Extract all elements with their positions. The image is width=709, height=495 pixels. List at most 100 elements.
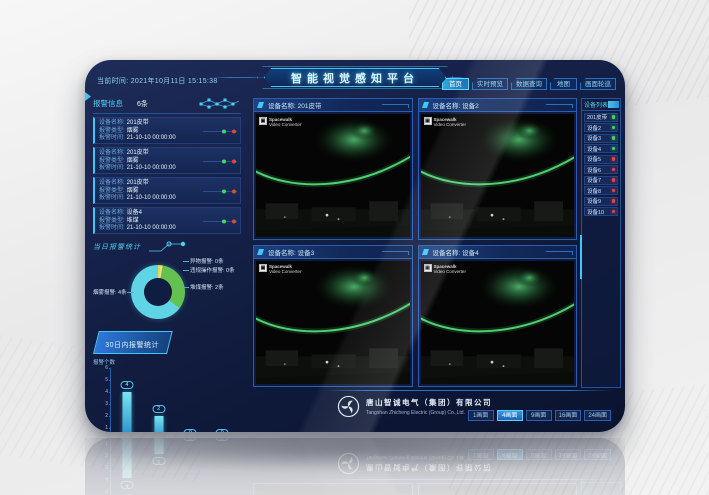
video-watermark-text: SpacewalkVideo Converter bbox=[269, 117, 301, 127]
alarm-indicator-lights-icon bbox=[203, 181, 237, 199]
alarm-indicator-lights-icon bbox=[203, 121, 237, 139]
device-name: 设备3 bbox=[587, 134, 601, 142]
y-axis-tick: 1 bbox=[98, 425, 108, 431]
footer-divider bbox=[323, 390, 613, 391]
video-panel-title: 设备名称: 201皮带 bbox=[254, 99, 412, 112]
video-watermark: ▣SpacewalkVideo Converter bbox=[424, 117, 466, 127]
device-name: 设备9 bbox=[587, 197, 601, 205]
view-layout-button[interactable]: 24画面 bbox=[584, 410, 611, 421]
device-name: 设备2 bbox=[587, 124, 601, 132]
video-watermark: ▣SpacewalkVideo Converter bbox=[424, 264, 466, 274]
donut-legend-label: 烟雾报警: 4条 bbox=[93, 288, 127, 296]
video-grid: 设备名称: 201皮带▣SpacewalkVideo Converter设备名称… bbox=[253, 98, 577, 387]
device-list-item[interactable]: 设备4 bbox=[584, 144, 618, 153]
camera-feed-image bbox=[256, 261, 410, 384]
alarm-list: 设备名称:201皮带报警类型:烟雾报警时间:21-10-10 00:00:00 设… bbox=[93, 117, 241, 234]
device-status-dot bbox=[612, 178, 616, 182]
y-axis-tick: 2 bbox=[98, 413, 108, 419]
nav-button[interactable]: 地图 bbox=[550, 78, 577, 90]
device-name: 设备10 bbox=[587, 208, 604, 216]
device-list-item[interactable]: 设备7 bbox=[584, 176, 618, 185]
corner-accent-icon bbox=[85, 92, 91, 101]
nav-button[interactable]: 画面轮巡 bbox=[580, 78, 616, 90]
monthly-alarm-stats-header: 30日内报警统计 bbox=[93, 331, 173, 354]
alarm-panel-title: 报警信息 bbox=[93, 98, 123, 109]
device-status-dot bbox=[612, 126, 616, 130]
nav-button[interactable]: 首页 bbox=[442, 78, 469, 90]
donut-legend-label: 异物报警: 0条 bbox=[190, 257, 224, 265]
bar-value-badge: 2 bbox=[152, 405, 165, 413]
alarm-card[interactable]: 设备名称:201皮带报警类型:烟雾报警时间:21-10-10 00:00:00 bbox=[93, 177, 241, 204]
bar-group: 0异物 bbox=[177, 369, 203, 432]
donut-legend-label: 堆煤报警: 2条 bbox=[190, 283, 224, 291]
device-status-dot bbox=[612, 147, 616, 151]
alarm-indicator-lights-icon bbox=[203, 151, 237, 169]
y-axis-tick: 4 bbox=[98, 389, 108, 395]
bar-chart-plot: 4烟雾2堆煤0异物0违规操作 0123456 bbox=[110, 369, 238, 432]
y-axis-tick: 6 bbox=[98, 365, 108, 371]
video-screen: ▣SpacewalkVideo Converter bbox=[256, 261, 410, 384]
alarm-count-badge: 6条 bbox=[137, 99, 148, 109]
current-time: 当前时间: 2021年10月11日 15:15:38 bbox=[97, 76, 218, 86]
video-panel-title: 设备名称: 设备2 bbox=[419, 99, 577, 112]
device-name: 设备7 bbox=[587, 176, 601, 184]
view-layout-button[interactable]: 16画面 bbox=[555, 410, 582, 421]
device-list-item[interactable]: 设备9 bbox=[584, 197, 618, 206]
camera-feed-image bbox=[421, 261, 575, 384]
video-watermark-text: SpacewalkVideo Converter bbox=[269, 264, 301, 274]
video-screen: ▣SpacewalkVideo Converter bbox=[421, 114, 575, 237]
view-layout-button[interactable]: 9画面 bbox=[526, 410, 552, 421]
device-list-title: 设备列表 bbox=[584, 100, 608, 109]
device-list-item[interactable]: 设备3 bbox=[584, 134, 618, 143]
donut-chart bbox=[131, 265, 185, 319]
video-panel[interactable]: 设备名称: 设备3▣SpacewalkVideo Converter bbox=[253, 245, 413, 387]
device-name: 201皮带 bbox=[587, 113, 607, 121]
bar-value-badge: 0 bbox=[184, 429, 197, 432]
alarm-card[interactable]: 设备名称:201皮带报警类型:烟雾报警时间:21-10-10 00:00:00 bbox=[93, 147, 241, 174]
device-status-dot bbox=[612, 157, 616, 161]
device-list-item[interactable]: 设备6 bbox=[584, 165, 618, 174]
bar-group: 0违规操作 bbox=[209, 369, 235, 432]
monitor-screen: 当前时间: 2021年10月11日 15:15:38 智能视觉感知平台 首页实时… bbox=[85, 60, 625, 432]
camera-feed-image bbox=[421, 114, 575, 237]
bar-chart-bars: 4烟雾2堆煤0异物0违规操作 bbox=[111, 369, 238, 432]
video-watermark-text: SpacewalkVideo Converter bbox=[434, 264, 466, 274]
video-panel[interactable]: 设备名称: 设备4▣SpacewalkVideo Converter bbox=[418, 245, 578, 387]
bar-value-badge: 0 bbox=[216, 429, 229, 432]
nav-button[interactable]: 数据查询 bbox=[511, 78, 547, 90]
video-panel[interactable]: 设备名称: 201皮带 ▣SpacewalkVideo Converter bbox=[253, 98, 413, 240]
nav-button[interactable]: 实时预览 bbox=[472, 78, 508, 90]
device-list-item[interactable]: 201皮带 bbox=[584, 113, 618, 122]
view-layout-button[interactable]: 1画面 bbox=[468, 410, 494, 421]
video-panel[interactable]: 设备名称: 设备2 ▣SpacewalkVideo Converter bbox=[418, 98, 578, 240]
company-name-cn: 唐山智诚电气（集团）有限公司 bbox=[366, 397, 492, 408]
device-list-item[interactable]: 设备8 bbox=[584, 186, 618, 195]
video-watermark: ▣SpacewalkVideo Converter bbox=[259, 117, 301, 127]
video-converter-logo-icon: ▣ bbox=[259, 117, 267, 125]
device-rows: 201皮带设备2 设备3 设备4 设备5设备6 设备7 设备8 设备9 设备10 bbox=[582, 113, 620, 217]
device-list-tab[interactable] bbox=[608, 101, 619, 108]
section-decoration-icon bbox=[147, 241, 187, 253]
device-name: 设备4 bbox=[587, 145, 601, 153]
alarm-card[interactable]: 设备名称:201皮带报警类型:烟雾报警时间:21-10-10 00:00:00 bbox=[93, 117, 241, 144]
alarm-card[interactable]: 设备名称:设备4报警类型:堆煤报警时间:21-10-10 00:00:00 bbox=[93, 207, 241, 234]
time-label: 当前时间: bbox=[97, 78, 128, 85]
device-list-item[interactable]: 设备10 bbox=[584, 207, 618, 216]
device-list-item[interactable]: 设备5 bbox=[584, 155, 618, 164]
top-nav: 首页实时预览数据查询地图画面轮巡 bbox=[442, 78, 616, 90]
scroll-accent[interactable] bbox=[580, 235, 582, 279]
bar-value-badge: 4 bbox=[120, 381, 133, 389]
view-layout-button[interactable]: 4画面 bbox=[497, 410, 523, 421]
y-axis-tick: 5 bbox=[98, 377, 108, 383]
device-status-dot bbox=[612, 189, 616, 193]
device-status-dot bbox=[612, 210, 616, 214]
bar bbox=[154, 416, 163, 432]
company-logo-icon bbox=[337, 395, 360, 418]
video-watermark: ▣SpacewalkVideo Converter bbox=[259, 264, 301, 274]
daily-alarm-stats-header: 当日报警统计 bbox=[93, 241, 241, 253]
y-axis-tick: 3 bbox=[98, 401, 108, 407]
video-screen: ▣SpacewalkVideo Converter bbox=[421, 261, 575, 384]
device-list-item[interactable]: 设备2 bbox=[584, 123, 618, 132]
bar-group: 2堆煤 bbox=[146, 369, 172, 432]
video-converter-logo-icon: ▣ bbox=[424, 117, 432, 125]
